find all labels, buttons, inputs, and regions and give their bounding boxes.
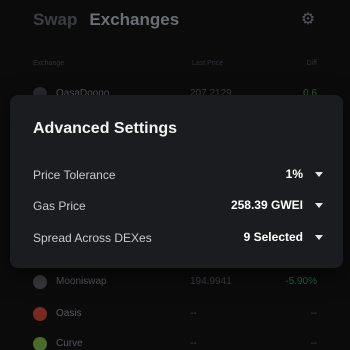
exchange-name: Oasis xyxy=(56,308,82,319)
exchange-name: Mooniswap xyxy=(56,276,107,287)
exchange-diff: -- xyxy=(310,308,317,319)
column-header-last-price: Last Price xyxy=(192,60,224,67)
gear-icon[interactable]: ⚙ xyxy=(300,12,316,28)
advanced-settings-modal: Advanced Settings Price Tolerance 1% Gas… xyxy=(10,95,343,268)
setting-value[interactable]: 258.39 GWEI xyxy=(231,198,303,212)
setting-label: Price Tolerance xyxy=(33,168,116,182)
exchange-diff: -5.90% xyxy=(285,276,317,287)
exchange-name: Curve xyxy=(56,338,83,349)
table-row[interactable]: Mooniswap 194.9941 -5.90% xyxy=(33,272,317,292)
exchange-price: 194.9941 xyxy=(190,276,232,287)
chevron-down-icon[interactable] xyxy=(315,235,323,240)
tab-exchanges[interactable]: Exchanges xyxy=(89,10,179,30)
setting-gas-price[interactable]: Gas Price 258.39 GWEI xyxy=(33,197,323,215)
chevron-down-icon[interactable] xyxy=(315,172,323,177)
table-header: Exchange Last Price Diff xyxy=(33,60,317,72)
column-header-diff: Diff xyxy=(306,60,317,67)
modal-title: Advanced Settings xyxy=(33,120,178,137)
setting-value[interactable]: 9 Selected xyxy=(244,230,303,244)
table-row[interactable]: Oasis -- -- xyxy=(33,304,317,324)
exchange-price: -- xyxy=(190,338,197,349)
exchange-diff: -- xyxy=(310,338,317,349)
setting-value[interactable]: 1% xyxy=(286,167,303,181)
tab-swap[interactable]: Swap xyxy=(33,10,77,30)
chevron-down-icon[interactable] xyxy=(315,203,323,208)
exchange-logo-icon xyxy=(33,275,47,289)
table-row[interactable]: Curve -- -- xyxy=(33,334,317,350)
column-header-exchange: Exchange xyxy=(33,60,65,67)
exchange-price: -- xyxy=(190,308,197,319)
setting-spread-across-dexes[interactable]: Spread Across DEXes 9 Selected xyxy=(33,229,323,247)
tab-bar: Swap Exchanges xyxy=(33,10,179,30)
setting-price-tolerance[interactable]: Price Tolerance 1% xyxy=(33,166,323,184)
exchange-logo-icon xyxy=(33,307,47,321)
setting-label: Spread Across DEXes xyxy=(33,231,152,245)
setting-label: Gas Price xyxy=(33,199,86,213)
exchange-logo-icon xyxy=(33,337,47,350)
